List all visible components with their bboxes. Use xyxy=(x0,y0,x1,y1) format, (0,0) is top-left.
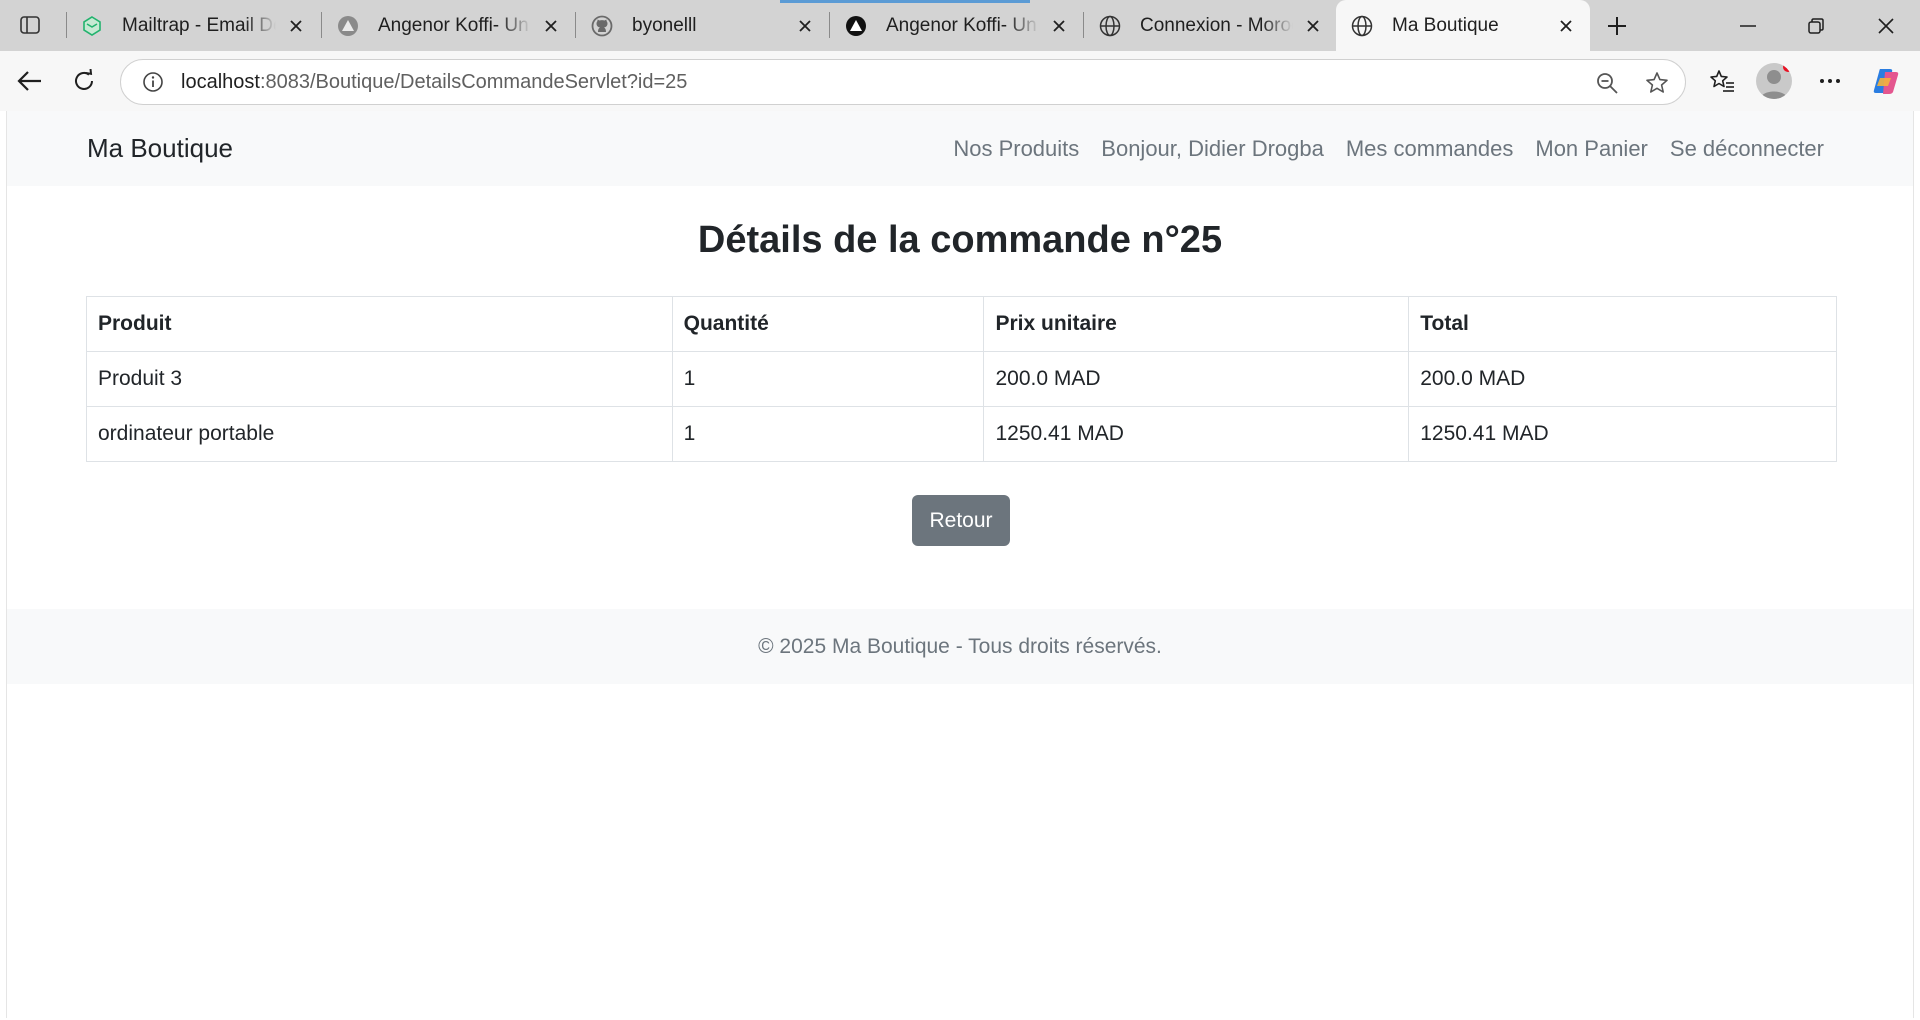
new-tab-icon[interactable] xyxy=(1600,9,1634,43)
cell-unit-price: 1250.41 MAD xyxy=(983,406,1410,462)
browser-tab[interactable]: Connexion - Morocco xyxy=(1084,0,1337,51)
footer-copyright: © 2025 Ma Boutique - Tous droits réservé… xyxy=(758,634,1162,658)
cell-unit-price: 200.0 MAD xyxy=(983,351,1410,407)
url-host: localhost xyxy=(181,70,260,93)
page-viewport: Ma Boutique Nos Produits Bonjour, Didier… xyxy=(6,111,1914,1018)
favorites-icon[interactable] xyxy=(1702,61,1742,101)
table-header-row: Produit Quantité Prix unitaire Total xyxy=(86,296,1837,352)
browser-tab[interactable]: Angenor Koffi- Un portfolio xyxy=(322,0,575,51)
favorite-star-icon[interactable] xyxy=(1639,65,1675,101)
cell-product: Produit 3 xyxy=(86,351,673,407)
copilot-icon[interactable] xyxy=(1866,61,1906,101)
tab-title: Angenor Koffi- Un portfolio xyxy=(886,14,1039,36)
site-navbar: Ma Boutique Nos Produits Bonjour, Didier… xyxy=(7,111,1913,186)
reload-icon[interactable] xyxy=(64,61,104,101)
column-header-total: Total xyxy=(1408,296,1837,352)
profile-avatar[interactable] xyxy=(1756,63,1792,99)
tab-title: Connexion - Morocco xyxy=(1140,14,1293,36)
nav-link-cart[interactable]: Mon Panier xyxy=(1535,136,1648,162)
more-options-icon[interactable] xyxy=(1810,61,1850,101)
cell-quantity: 1 xyxy=(671,406,985,462)
close-icon[interactable] xyxy=(1299,12,1327,40)
url-path: :8083/Boutique/DetailsCommandeServlet?id… xyxy=(259,70,688,93)
close-icon[interactable] xyxy=(791,12,819,40)
url-text[interactable]: localhost:8083/Boutique/DetailsCommandeS… xyxy=(181,71,687,94)
browser-tab[interactable]: Mailtrap - Email Delivery xyxy=(66,0,320,51)
order-details-table: Produit Quantité Prix unitaire Total Pro… xyxy=(86,296,1837,462)
cell-quantity: 1 xyxy=(671,351,985,407)
browser-tab[interactable]: byonelll xyxy=(576,0,829,51)
tab-title: Ma Boutique xyxy=(1392,14,1499,36)
tab-actions-icon[interactable] xyxy=(14,11,46,39)
close-icon[interactable] xyxy=(537,12,565,40)
nav-link-products[interactable]: Nos Produits xyxy=(953,136,1079,162)
table-row: ordinateur portable 1 1250.41 MAD 1250.4… xyxy=(86,406,1837,462)
github-icon xyxy=(590,14,614,38)
nav-links: Nos Produits Bonjour, Didier Drogba Mes … xyxy=(953,136,1824,162)
site-brand[interactable]: Ma Boutique xyxy=(87,133,233,164)
column-header-product: Produit xyxy=(86,296,673,352)
tab-title: byonelll xyxy=(632,14,697,36)
address-bar[interactable]: localhost:8083/Boutique/DetailsCommandeS… xyxy=(120,59,1686,105)
column-header-unit-price: Prix unitaire xyxy=(983,296,1410,352)
window-close-icon[interactable] xyxy=(1852,0,1920,51)
column-header-quantity: Quantité xyxy=(671,296,985,352)
nav-user-greeting[interactable]: Bonjour, Didier Drogba xyxy=(1101,136,1324,162)
tab-title: Mailtrap - Email Delivery xyxy=(122,14,276,36)
globe-icon xyxy=(1350,14,1374,38)
mailtrap-icon xyxy=(80,14,104,38)
notification-dot xyxy=(1783,63,1792,72)
vercel-icon xyxy=(844,14,868,38)
browser-toolbar: localhost:8083/Boutique/DetailsCommandeS… xyxy=(0,51,1920,111)
table-row: Produit 3 1 200.0 MAD 200.0 MAD xyxy=(86,351,1837,407)
page-title: Détails de la commande n°25 xyxy=(697,219,1223,261)
cell-product: ordinateur portable xyxy=(86,406,673,462)
nav-link-logout[interactable]: Se déconnecter xyxy=(1670,136,1824,162)
browser-tab-strip: Mailtrap - Email Delivery Angenor Koffi-… xyxy=(0,0,1920,51)
back-arrow-icon[interactable] xyxy=(10,61,50,101)
close-icon[interactable] xyxy=(1552,12,1580,40)
close-icon[interactable] xyxy=(282,12,310,40)
browser-tab-active[interactable]: Ma Boutique xyxy=(1336,0,1590,51)
vercel-icon xyxy=(336,14,360,38)
browser-tab[interactable]: Angenor Koffi- Un portfolio xyxy=(830,0,1083,51)
site-info-icon[interactable] xyxy=(131,60,175,104)
back-button[interactable]: Retour xyxy=(912,495,1010,546)
minimize-icon[interactable] xyxy=(1714,0,1782,51)
tab-title: Angenor Koffi- Un portfolio xyxy=(378,14,531,36)
cell-total: 1250.41 MAD xyxy=(1408,406,1837,462)
zoom-out-icon[interactable] xyxy=(1589,65,1625,101)
close-icon[interactable] xyxy=(1045,12,1073,40)
nav-link-orders[interactable]: Mes commandes xyxy=(1346,136,1514,162)
globe-icon xyxy=(1098,14,1122,38)
restore-icon[interactable] xyxy=(1782,0,1850,51)
site-footer: © 2025 Ma Boutique - Tous droits réservé… xyxy=(7,609,1913,684)
cell-total: 200.0 MAD xyxy=(1408,351,1837,407)
